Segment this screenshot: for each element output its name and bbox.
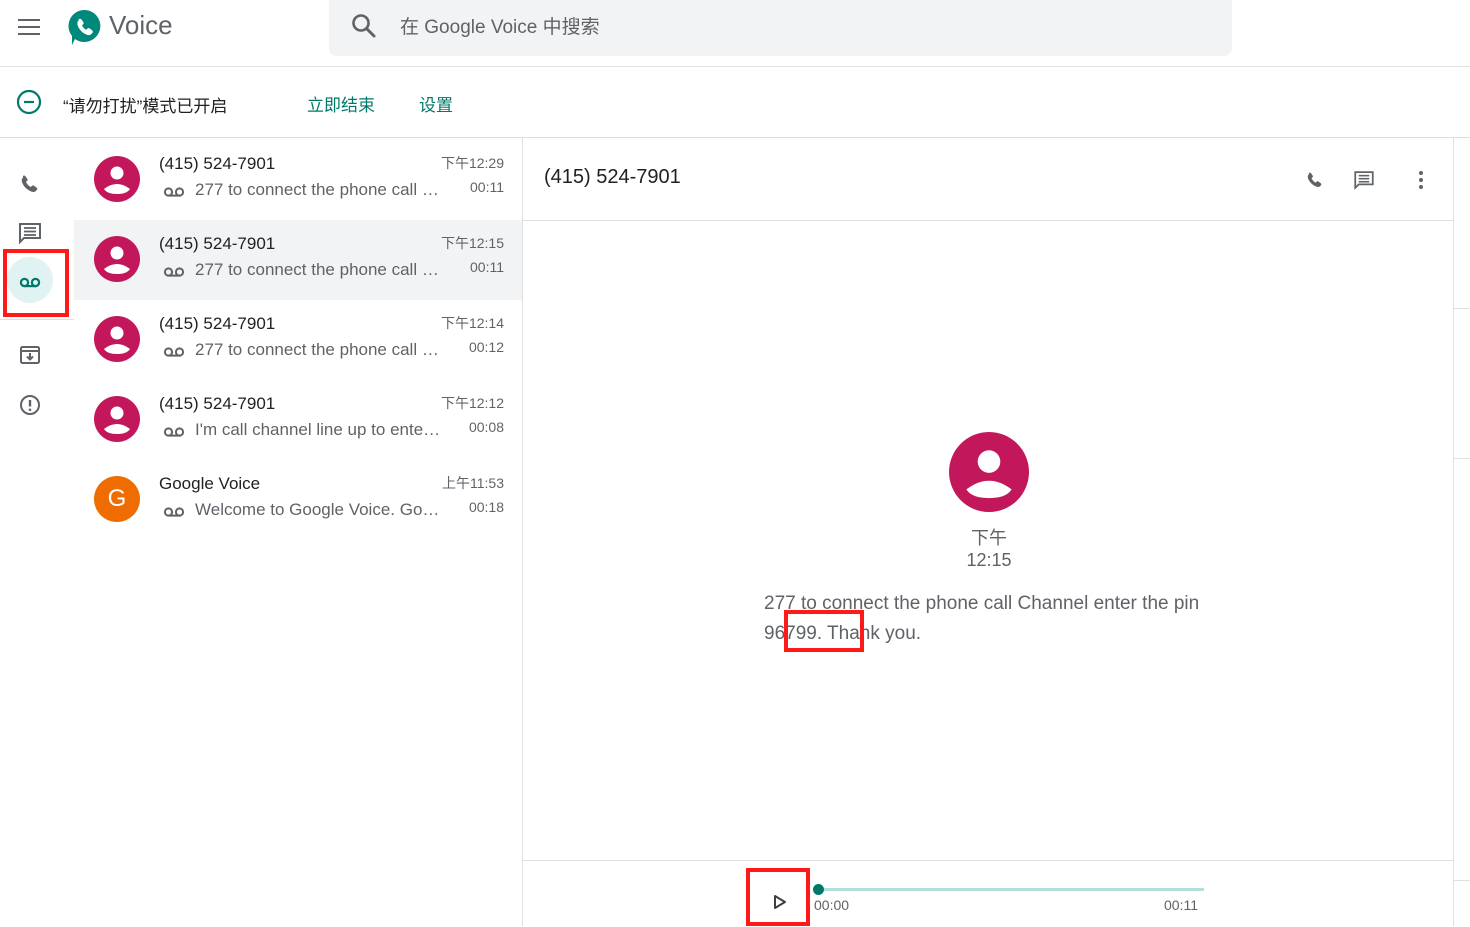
- pin-highlight-box: [784, 610, 864, 652]
- nav-archive-icon[interactable]: [14, 339, 46, 371]
- conversation-list-item[interactable]: (415) 524-7901 277 to connect the phone c…: [74, 140, 522, 220]
- conversation-name: (415) 524-7901: [159, 234, 276, 253]
- contact-avatar-icon: [94, 396, 140, 442]
- conversation-snippet: 277 to connect the phone call Channel en…: [195, 260, 445, 279]
- conversation-snippet: 277 to connect the phone call Channel en…: [195, 180, 445, 199]
- rail-divider: [1454, 880, 1470, 881]
- voicemail-icon: [163, 505, 185, 517]
- playback-progress-track[interactable]: [818, 888, 1204, 891]
- voicemail-duration: 00:11: [470, 259, 504, 275]
- nav-calls-phone-icon[interactable]: [14, 168, 46, 200]
- conversation-time: 下午12:15: [440, 235, 504, 251]
- total-time: 00:11: [1164, 897, 1198, 913]
- voicemail-duration: 00:18: [468, 499, 504, 515]
- search-icon[interactable]: [350, 12, 378, 40]
- conversation-name: (415) 524-7901: [159, 394, 276, 413]
- conversation-list-item[interactable]: (415) 524-7901 277 to connect the phone c…: [74, 220, 522, 300]
- contact-avatar-icon: [94, 236, 140, 282]
- google-voice-avatar: G: [94, 476, 140, 522]
- app-title: Voice: [109, 10, 173, 40]
- voicemail-duration: 00:08: [468, 419, 504, 435]
- conversation-name: (415) 524-7901: [159, 314, 276, 333]
- nav-divider: [0, 319, 74, 320]
- list-divider: [522, 138, 523, 926]
- dnd-status-text: “请勿打扰”模式已开启: [63, 97, 228, 116]
- conversation-time: 上午11:53: [442, 475, 504, 491]
- conversation-list-item[interactable]: (415) 524-7901 277 to connect the phone c…: [74, 300, 522, 380]
- call-phone-icon[interactable]: [1301, 166, 1329, 194]
- voicemail-icon: [163, 265, 185, 277]
- conversation-list-item[interactable]: G Google Voice Welcome to Google Voice. Go…: [74, 460, 522, 540]
- conversation-name: Google Voice: [159, 474, 261, 493]
- contact-avatar-icon: [94, 316, 140, 362]
- search-input[interactable]: [398, 12, 1202, 44]
- conversation-list-item[interactable]: (415) 524-7901 I'm call channel line up t…: [74, 380, 522, 460]
- voicemail-duration: 00:11: [470, 179, 504, 195]
- voicemail-duration: 00:12: [468, 339, 504, 355]
- conversation-snippet: 277 to connect the phone call Channel en…: [195, 340, 445, 359]
- voicemail-time: 下午12:15: [966, 528, 1012, 570]
- conversation-time: 下午12:29: [440, 155, 504, 171]
- play-highlight-box: [746, 868, 810, 926]
- voicemail-icon: [163, 185, 185, 197]
- conversation-time: 下午12:12: [440, 395, 504, 411]
- dnd-settings-link[interactable]: 设置: [419, 91, 453, 116]
- audio-player: [523, 860, 1453, 927]
- conversation-snippet: I'm call channel line up to enter the pi…: [195, 420, 445, 439]
- voicemail-icon: [163, 425, 185, 437]
- voicemail-icon: [163, 345, 185, 357]
- send-message-icon[interactable]: [1350, 166, 1378, 194]
- main-menu-button[interactable]: [14, 12, 46, 40]
- right-side-rail: [1453, 138, 1470, 926]
- contact-avatar: [949, 432, 1029, 512]
- contact-avatar-icon: [94, 156, 140, 202]
- voice-logo-icon: [66, 8, 102, 46]
- conversation-time: 下午12:14: [440, 315, 504, 331]
- conversation-name: (415) 524-7901: [159, 154, 276, 173]
- voicemail-highlight-box: [3, 249, 69, 317]
- end-dnd-link[interactable]: 立即结束: [307, 91, 375, 116]
- rail-divider: [1454, 308, 1470, 309]
- nav-messages-icon[interactable]: [14, 217, 46, 249]
- more-options-icon[interactable]: [1407, 166, 1435, 194]
- current-time: 00:00: [814, 897, 850, 913]
- conversation-snippet: Welcome to Google Voice. Google Voice: [195, 500, 445, 519]
- rail-divider: [1454, 458, 1470, 459]
- nav-spam-icon[interactable]: [14, 389, 46, 421]
- detail-title: (415) 524-7901: [544, 166, 681, 188]
- do-not-disturb-icon: [16, 89, 42, 115]
- playback-progress-knob[interactable]: [813, 884, 824, 895]
